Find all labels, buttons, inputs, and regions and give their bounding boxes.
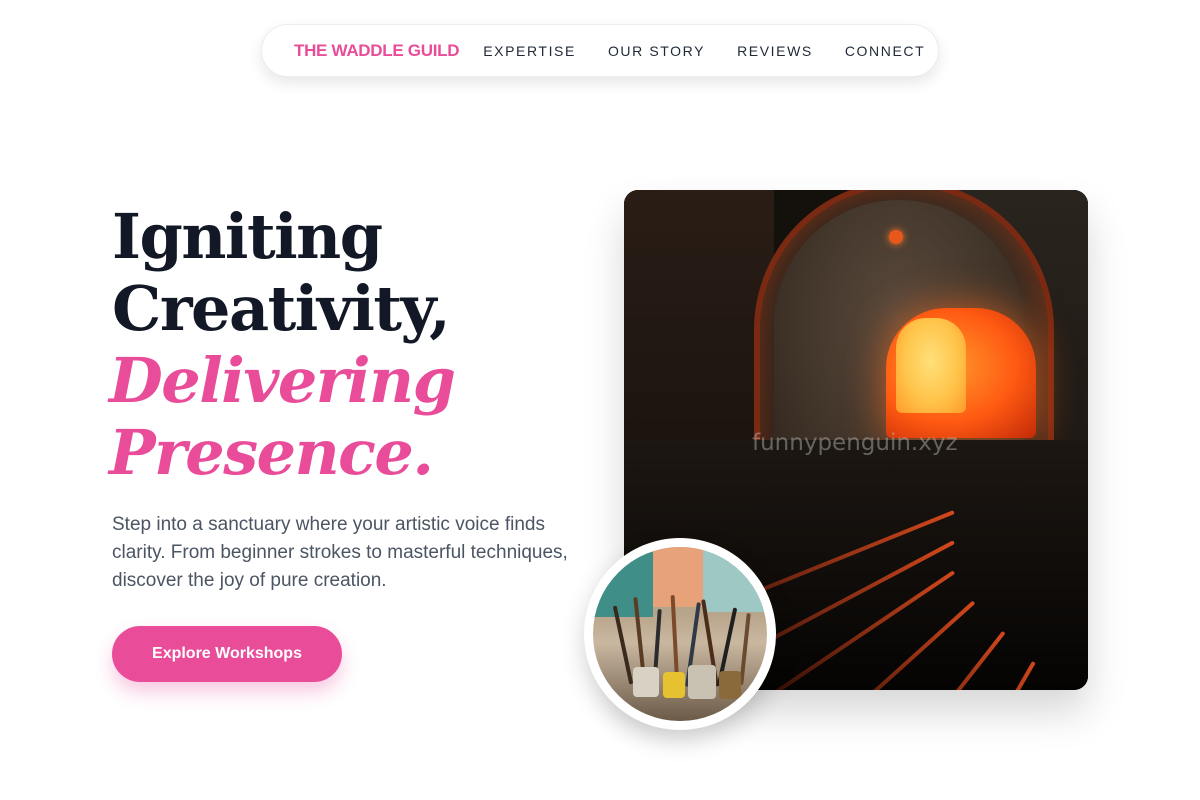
hero-accent-line-2: Presence. (109, 416, 434, 489)
paint-jar (633, 667, 659, 697)
paint-brushes-inset-image (584, 538, 776, 730)
hero-title-line-2: Creativity, (112, 272, 451, 345)
hero-accent-line-1: Delivering (109, 344, 456, 417)
paint-brushes-photo (593, 547, 767, 721)
paint-jar (663, 672, 685, 698)
nav-links: EXPERTISE OUR STORY REVIEWS CONNECT (483, 43, 925, 59)
hero-description: Step into a sanctuary where your artisti… (112, 514, 568, 591)
top-nav: THE WADDLE GUILD EXPERTISE OUR STORY REV… (261, 24, 939, 77)
nav-link-reviews[interactable]: REVIEWS (737, 43, 813, 59)
paint-jar (688, 665, 716, 699)
image-watermark: funnypenguin.xyz (752, 430, 958, 456)
nav-link-expertise[interactable]: EXPERTISE (483, 43, 576, 59)
furnace-glow-core (896, 318, 966, 413)
paint-jar (719, 671, 741, 699)
explore-workshops-button[interactable]: Explore Workshops (112, 626, 342, 682)
paint-brush (612, 605, 634, 685)
hero-title-line-1: Igniting (112, 200, 383, 273)
inset-wall-light (703, 547, 767, 612)
nav-link-connect[interactable]: CONNECT (845, 43, 925, 59)
inset-wall-peach (653, 547, 703, 607)
inset-wall-teal (593, 547, 653, 617)
furnace-ember (889, 230, 903, 244)
brand-logo-link[interactable]: THE WADDLE GUILD (294, 41, 460, 61)
hero-title: Igniting Creativity, Delivering Presence… (109, 200, 456, 489)
nav-link-our-story[interactable]: OUR STORY (608, 43, 705, 59)
